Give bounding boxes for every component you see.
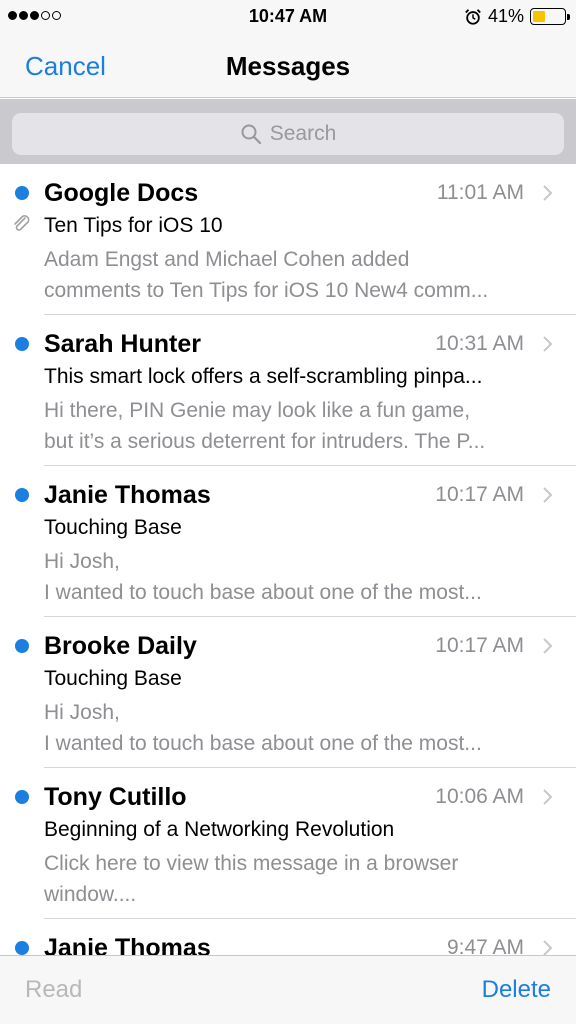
battery-percent: 41%	[487, 6, 524, 26]
chevron-right-icon	[543, 638, 553, 654]
unread-dot-icon	[15, 639, 29, 653]
bottom-toolbar: Read Delete	[0, 955, 576, 1024]
unread-dot-icon	[15, 186, 29, 200]
preview-line: Adam Engst and Michael Cohen added	[44, 248, 410, 271]
unread-dot-icon	[15, 337, 29, 351]
status-bar: 10:47 AM 41%	[0, 0, 576, 34]
search-input[interactable]: Search	[12, 113, 564, 155]
message-subject: Touching Base	[44, 516, 182, 539]
message-sender: Google Docs	[44, 179, 199, 207]
alarm-icon	[465, 8, 481, 25]
preview-line: comments to Ten Tips for iOS 10 New4 com…	[44, 279, 489, 302]
unread-dot-icon	[15, 488, 29, 502]
message-time: 9:47 AM	[446, 936, 524, 955]
search-placeholder: Search	[269, 122, 337, 145]
message-row[interactable]: Google Docs 11:01 AM Ten Tips for iOS 10 Ad…	[0, 164, 576, 315]
message-subject: Ten Tips for iOS 10	[44, 214, 223, 237]
preview-line: I wanted to touch base about one of the …	[44, 581, 482, 604]
battery-icon	[530, 8, 570, 25]
message-sender: Janie Thomas	[44, 481, 211, 509]
message-sender: Sarah Hunter	[44, 330, 201, 358]
message-list: Google Docs 11:01 AM Ten Tips for iOS 10 Ad…	[0, 164, 576, 955]
message-row[interactable]: Janie Thomas 10:17 AM Touching Base Hi Josh…	[0, 466, 576, 617]
message-time: 10:17 AM	[435, 634, 524, 657]
chevron-right-icon	[543, 336, 553, 352]
preview-line: I wanted to touch base about one of the …	[44, 732, 482, 755]
search-bar: Search	[0, 99, 576, 164]
message-subject: This smart lock offers a self-scrambling…	[44, 365, 483, 388]
search-icon	[241, 124, 261, 145]
cancel-button[interactable]: Cancel	[25, 51, 106, 82]
navigation-bar: Cancel Messages	[0, 34, 576, 98]
read-button[interactable]: Read	[25, 976, 82, 1004]
message-time: 10:17 AM	[435, 483, 524, 506]
message-sender: Tony Cutillo	[44, 783, 187, 811]
chevron-right-icon	[543, 487, 553, 503]
message-row[interactable]: Sarah Hunter 10:31 AM This smart lock offe…	[0, 315, 576, 466]
message-subject: Touching Base	[44, 667, 182, 690]
message-sender: Brooke Daily	[44, 632, 197, 660]
message-row[interactable]: Tony Cutillo 10:06 AM Beginning of a Netwo…	[0, 768, 576, 919]
unread-dot-icon	[15, 941, 29, 955]
message-preview: Hi there, PIN Genie may look like a fun …	[44, 395, 549, 457]
preview-line: Click here to view this message in a bro…	[44, 852, 459, 875]
attachment-icon	[14, 215, 30, 231]
message-row[interactable]: Brooke Daily 10:17 AM Touching Base Hi Josh…	[0, 617, 576, 768]
message-subject: Beginning of a Networking Revolution	[44, 818, 395, 841]
preview-line: but it’s a serious deterrent for intrude…	[44, 430, 486, 453]
message-time: 10:31 AM	[435, 332, 524, 355]
chevron-right-icon	[543, 789, 553, 805]
preview-line: Hi Josh,	[44, 550, 120, 573]
unread-dot-icon	[15, 790, 29, 804]
message-preview: Click here to view this message in a bro…	[44, 848, 549, 910]
message-preview: Hi Josh, I wanted to touch base about one…	[44, 546, 549, 608]
message-time: 10:06 AM	[435, 785, 524, 808]
message-sender: Janie Thomas	[44, 934, 211, 955]
preview-line: Hi Josh,	[44, 701, 120, 724]
message-row[interactable]: Janie Thomas 9:47 AM	[0, 919, 576, 955]
chevron-right-icon	[543, 940, 553, 955]
delete-button[interactable]: Delete	[482, 976, 551, 1004]
preview-line: Hi there, PIN Genie may look like a fun …	[44, 399, 471, 422]
message-preview: Hi Josh, I wanted to touch base about one…	[44, 697, 549, 759]
preview-line: window....	[44, 883, 137, 906]
message-preview: Adam Engst and Michael Cohen added commen…	[44, 244, 549, 306]
message-time: 11:01 AM	[436, 181, 524, 204]
chevron-right-icon	[543, 185, 553, 201]
